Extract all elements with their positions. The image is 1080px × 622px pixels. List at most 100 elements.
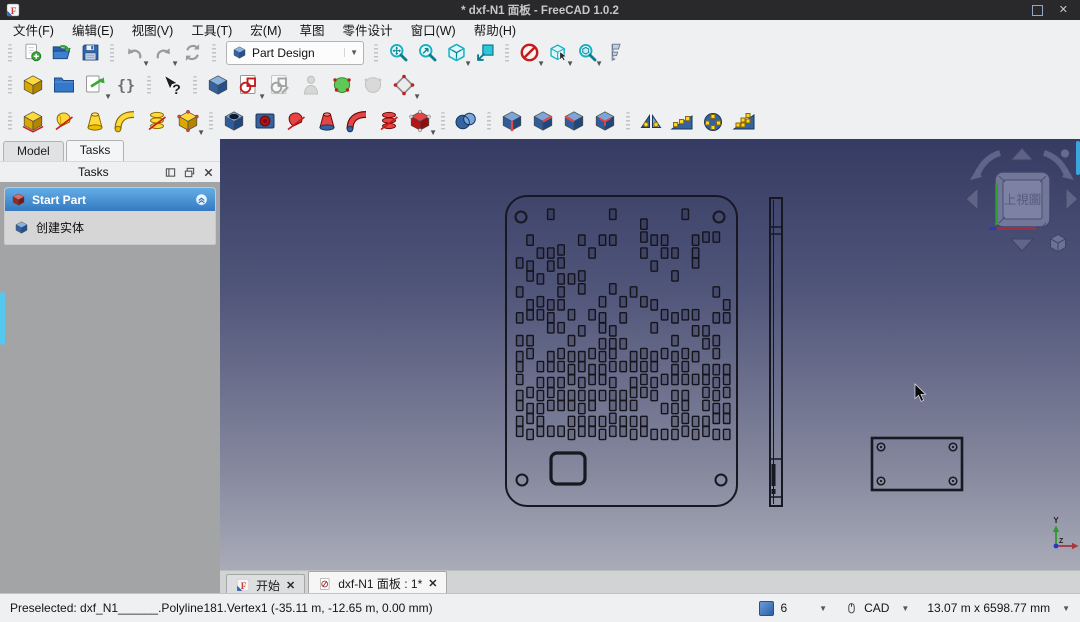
3d-viewport[interactable]: 上視圖 Y X Z [220,139,1080,570]
menu-item-3[interactable]: 视图(V) [123,19,183,40]
dropdown-caret-icon[interactable]: ▼ [258,92,266,101]
linear-pattern-button[interactable] [668,107,696,135]
navcube-rotate-left-icon[interactable] [978,153,1000,173]
boolean-button[interactable] [452,107,480,135]
create-datum-button[interactable]: ▼ [390,71,418,99]
measure-button[interactable] [603,40,629,66]
navcube-mini-cube-icon[interactable] [1051,235,1066,252]
menu-item-1[interactable]: 文件(F) [4,19,63,40]
small-plate-drawing[interactable] [872,438,962,490]
dock-tab-model[interactable]: Model [3,141,64,161]
selection-view-button[interactable]: ▼ [545,40,571,66]
undo-button[interactable]: ▼ [121,40,147,66]
navcube-arrow-right[interactable] [1066,188,1078,210]
menu-item-7[interactable]: 零件设计 [334,19,402,40]
new-file-button[interactable] [19,40,45,66]
navigation-cube[interactable]: 上視圖 [966,148,1078,252]
mdi-tab-2[interactable]: dxf-N1 面板 : 1*✕ [308,571,447,595]
front-panel-drawing[interactable] [506,196,737,506]
notification-area[interactable]: 6 [759,601,787,616]
mdi-tab-1[interactable]: F开始✕ [226,574,305,595]
fillet-button[interactable] [498,107,526,135]
open-file-button[interactable] [48,40,74,66]
create-part-button[interactable] [19,71,47,99]
box-selection-button[interactable] [472,40,498,66]
draw-style-button[interactable]: ▼ [516,40,542,66]
dock-tab-tasks[interactable]: Tasks [66,140,125,161]
pocket-icon [222,109,246,133]
navcube-arrow-left[interactable] [966,188,978,210]
subtractive-loft-button[interactable] [313,107,341,135]
navcube-arrow-down[interactable] [1011,239,1033,251]
redo-button[interactable]: ▼ [150,40,176,66]
zoom-tools-button[interactable]: ▼ [574,40,600,66]
dock-close-button[interactable] [203,167,214,178]
hole-button[interactable] [251,107,279,135]
thickness-button[interactable] [591,107,619,135]
create-part-icon [21,73,45,97]
collapse-chevron-icon[interactable] [194,192,209,207]
navcube-dot[interactable] [1061,149,1070,158]
multitransform-button[interactable] [730,107,758,135]
menu-item-6[interactable]: 草图 [291,19,334,40]
mouse-icon [845,601,858,616]
dropdown-caret-icon[interactable]: ▼ [197,128,205,137]
menu-item-2[interactable]: 编辑(E) [63,19,123,40]
link-make-button[interactable]: ▼ [81,71,109,99]
additive-loft-icon [83,109,107,133]
nav-style-selector[interactable]: CAD ▼ [845,601,909,616]
view-size-caret-icon[interactable]: ▼ [1062,604,1070,613]
workbench-selector[interactable]: Part Design▼ [226,41,364,65]
notification-caret-icon[interactable]: ▼ [819,604,827,613]
tab-close-icon[interactable]: ✕ [286,579,295,592]
create-group-button[interactable] [50,71,78,99]
refresh-button[interactable] [179,40,205,66]
menu-item-8[interactable]: 窗口(W) [402,19,465,40]
create-sketch-button[interactable]: ▼ [235,71,263,99]
chamfer-button[interactable] [529,107,557,135]
fit-selection-button[interactable] [414,40,440,66]
groove-button[interactable] [282,107,310,135]
dropdown-caret-icon[interactable]: ▼ [413,92,421,101]
menu-item-5[interactable]: 宏(M) [241,19,290,40]
subtractive-primitive-button[interactable]: ▼ [406,107,434,135]
menu-item-9[interactable]: 帮助(H) [465,19,525,40]
pad-button[interactable] [19,107,47,135]
side-view-drawing[interactable] [770,198,782,506]
dock-overlay-button[interactable] [165,167,176,178]
polar-pattern-button[interactable] [699,107,727,135]
mirrored-button[interactable] [637,107,665,135]
measure-icon [606,42,627,63]
pocket-button[interactable] [220,107,248,135]
additive-primitive-button[interactable]: ▼ [174,107,202,135]
navcube-arrow-up[interactable] [1011,148,1033,160]
subtractive-helix-button[interactable] [375,107,403,135]
task-group-header[interactable]: Start Part [5,188,215,211]
overlay-handle-left[interactable] [0,292,5,345]
view-size-indicator[interactable]: 13.07 m x 6598.77 mm ▼ [927,601,1070,615]
create-body-button[interactable] [204,71,232,99]
additive-helix-button[interactable] [143,107,171,135]
validate-sketch-button[interactable] [328,71,356,99]
expression-button[interactable]: {} [112,71,140,99]
dock-float-button[interactable] [184,167,195,178]
nav-style-caret-icon[interactable]: ▼ [901,604,909,613]
task-item-create-body[interactable]: 创建实体 [14,219,206,236]
view-cube-button[interactable]: ▼ [443,40,469,66]
tab-close-icon[interactable]: ✕ [428,577,437,590]
subtractive-pipe-button[interactable] [344,107,372,135]
whats-this-button[interactable]: ? [158,71,186,99]
close-button[interactable]: ✕ [1059,5,1068,16]
fit-all-button[interactable] [385,40,411,66]
save-file-button[interactable] [77,40,103,66]
draft-button[interactable] [560,107,588,135]
additive-pipe-button[interactable] [112,107,140,135]
edit-sketch-icon [268,73,292,97]
dropdown-caret-icon[interactable]: ▼ [429,128,437,137]
additive-loft-button[interactable] [81,107,109,135]
dropdown-caret-icon[interactable]: ▼ [104,92,112,101]
revolution-button[interactable] [50,107,78,135]
menu-item-4[interactable]: 工具(T) [182,19,241,40]
maximize-button[interactable] [1032,5,1043,16]
overlay-handle-right[interactable] [1076,141,1080,175]
